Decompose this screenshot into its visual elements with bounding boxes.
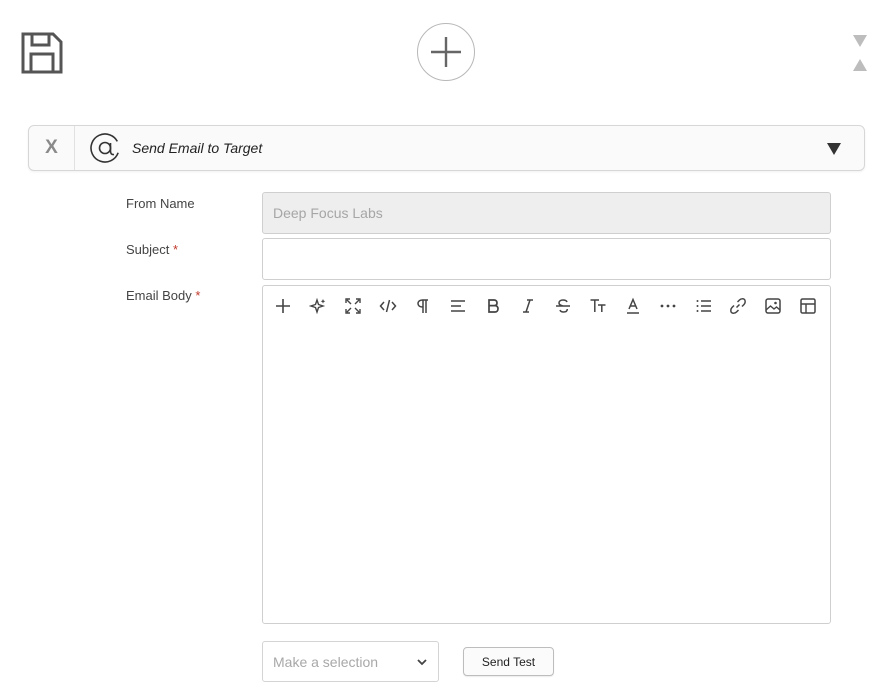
from-name-label: From Name: [126, 196, 195, 211]
align-icon[interactable]: [447, 295, 469, 317]
font-size-icon[interactable]: [587, 295, 609, 317]
text-color-icon[interactable]: [622, 295, 644, 317]
remove-action-button[interactable]: X: [29, 126, 75, 170]
required-mark: *: [195, 288, 201, 303]
more-icon[interactable]: [657, 295, 679, 317]
subject-label: Subject *: [126, 242, 179, 257]
from-name-value: Deep Focus Labs: [273, 205, 383, 221]
code-icon[interactable]: [377, 295, 399, 317]
editor-toolbar: [263, 286, 830, 326]
add-step-button[interactable]: [417, 23, 475, 81]
test-target-select[interactable]: Make a selection: [262, 641, 439, 682]
from-name-field: Deep Focus Labs: [262, 192, 831, 234]
close-icon: X: [45, 137, 58, 158]
list-icon[interactable]: [693, 295, 715, 317]
action-title: Send Email to Target: [132, 140, 263, 156]
required-mark: *: [173, 242, 179, 257]
floppy-disk-icon[interactable]: [21, 32, 63, 74]
action-card-header[interactable]: X Send Email to Target: [28, 125, 865, 171]
image-icon[interactable]: [762, 295, 784, 317]
link-icon[interactable]: [727, 295, 749, 317]
strikethrough-icon[interactable]: [552, 295, 574, 317]
fullscreen-icon[interactable]: [342, 295, 364, 317]
chevron-down-icon: [416, 655, 428, 671]
email-body-label: Email Body *: [126, 288, 201, 303]
sparkles-icon[interactable]: [307, 295, 329, 317]
bold-icon[interactable]: [482, 295, 504, 317]
send-test-button[interactable]: Send Test: [463, 647, 554, 676]
table-icon[interactable]: [797, 295, 819, 317]
select-placeholder: Make a selection: [273, 653, 379, 670]
triangle-down-icon[interactable]: [827, 142, 841, 160]
triangle-down-icon[interactable]: [852, 34, 868, 53]
plus-icon[interactable]: [272, 295, 294, 317]
subject-input[interactable]: [262, 238, 831, 280]
at-sign-icon: [89, 132, 121, 164]
email-body-editor[interactable]: [262, 285, 831, 624]
italic-icon[interactable]: [517, 295, 539, 317]
paragraph-icon[interactable]: [412, 295, 434, 317]
plus-icon: [431, 37, 461, 67]
triangle-up-icon[interactable]: [852, 58, 868, 77]
